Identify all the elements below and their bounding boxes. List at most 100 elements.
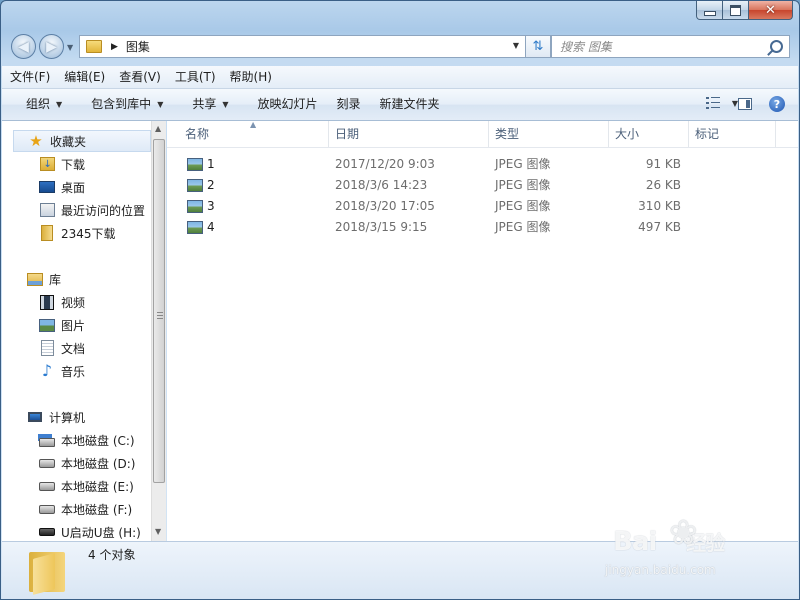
change-view-button[interactable]: ▼: [705, 97, 738, 109]
address-row: ◀ ▶ ▼ ▶ 图集 ▼ ⇅ 搜索 图集: [10, 33, 790, 61]
menu-tools[interactable]: 工具(T): [167, 66, 222, 88]
window-controls: ✕: [696, 1, 793, 20]
nav-item-documents[interactable]: 文档: [39, 337, 85, 359]
column-header-name[interactable]: 名称: [179, 121, 329, 147]
file-row[interactable]: 3 2018/3/20 17:05 JPEG 图像 310 KB: [167, 196, 798, 217]
nav-favorites-label: 收藏夹: [50, 134, 87, 149]
maximize-icon: [730, 4, 741, 16]
minimize-button[interactable]: [696, 1, 723, 20]
refresh-button[interactable]: ⇅: [526, 35, 551, 58]
nav-item-drive-e[interactable]: 本地磁盘 (E:): [39, 475, 134, 497]
nav-item-drive-d-label: 本地磁盘 (D:): [61, 456, 136, 471]
file-size: 26 KB: [645, 178, 681, 192]
folder-icon: [29, 548, 65, 595]
new-folder-button[interactable]: 新建文件夹: [372, 89, 451, 120]
scroll-up-icon[interactable]: ▲: [155, 124, 161, 133]
scrollbar-thumb[interactable]: [153, 139, 165, 483]
nav-computer[interactable]: 计算机: [27, 406, 85, 428]
address-history-dropdown-icon[interactable]: ▼: [513, 41, 519, 50]
menu-help[interactable]: 帮助(H): [222, 66, 278, 88]
share-button[interactable]: 共享 ▼: [174, 89, 239, 120]
include-in-library-button[interactable]: 包含到库中 ▼: [73, 89, 174, 120]
details-view-icon: [705, 97, 720, 109]
scrollbar-grip-icon: [157, 312, 163, 319]
menu-view[interactable]: 查看(V): [111, 66, 167, 88]
item-count: 4 个对象: [88, 548, 136, 562]
close-icon: ✕: [765, 2, 776, 18]
recent-pages-dropdown[interactable]: ▼: [67, 43, 73, 52]
file-type: JPEG 图像: [495, 220, 551, 234]
paw-logo-icon: ❀: [669, 513, 698, 553]
file-size: 310 KB: [638, 199, 681, 213]
search-icon[interactable]: [770, 40, 783, 53]
menu-file[interactable]: 文件(F): [2, 66, 56, 88]
watermark: Bai 经验 ❀ jingyan.baidu.com: [605, 513, 753, 583]
file-date: 2018/3/15 9:15: [335, 220, 428, 234]
nav-favorites[interactable]: ★ 收藏夹: [13, 130, 151, 152]
column-header-type[interactable]: 类型: [489, 121, 609, 147]
drive-icon: [39, 479, 55, 493]
music-icon: ♪: [41, 361, 53, 380]
maximize-button[interactable]: [723, 1, 749, 20]
search-input[interactable]: 搜索 图集: [551, 35, 790, 58]
nav-item-drive-f-label: 本地磁盘 (F:): [61, 502, 133, 517]
column-header-size[interactable]: 大小: [609, 121, 689, 147]
nav-item-usb-h[interactable]: U启动U盘 (H:): [39, 521, 141, 543]
nav-item-pictures-label: 图片: [61, 318, 86, 333]
nav-item-drive-d[interactable]: 本地磁盘 (D:): [39, 452, 135, 474]
breadcrumb-chevron-icon[interactable]: ▶: [111, 42, 118, 52]
star-icon: ★: [29, 132, 43, 150]
explorer-window: ✕ ◀ ▶ ▼ ▶ 图集 ▼ ⇅ 搜索 图集 文件(F) 编辑(E) 查看(V)…: [0, 0, 800, 600]
column-header-tags[interactable]: 标记: [689, 121, 776, 147]
nav-item-desktop[interactable]: 桌面: [39, 176, 85, 198]
folder-icon: [39, 225, 55, 241]
nav-item-drive-c[interactable]: 本地磁盘 (C:): [39, 429, 135, 451]
preview-pane-icon[interactable]: [738, 98, 752, 110]
burn-button[interactable]: 刻录: [329, 89, 372, 120]
chevron-down-icon: ▼: [157, 100, 164, 109]
breadcrumb-current[interactable]: 图集: [126, 38, 150, 55]
forward-arrow-icon: ▶: [46, 38, 57, 55]
navigation-scrollbar[interactable]: ▲ ▼: [151, 121, 166, 541]
column-header-date[interactable]: 日期: [329, 121, 489, 147]
forward-button[interactable]: ▶: [39, 34, 64, 59]
nav-item-2345-downloads-label: 2345下载: [61, 226, 116, 241]
back-button[interactable]: ◀: [11, 34, 36, 59]
nav-computer-label: 计算机: [49, 410, 86, 425]
address-bar[interactable]: ▶ 图集 ▼: [79, 35, 526, 58]
nav-item-music[interactable]: ♪ 音乐: [39, 360, 85, 382]
recent-places-icon: [39, 203, 55, 217]
slideshow-button[interactable]: 放映幻灯片: [240, 89, 329, 120]
file-date: 2018/3/6 14:23: [335, 178, 428, 192]
refresh-icon: ⇅: [532, 39, 544, 54]
file-row[interactable]: 1 2017/12/20 9:03 JPEG 图像 91 KB: [167, 154, 798, 175]
desktop-icon: [39, 180, 55, 194]
file-type: JPEG 图像: [495, 178, 551, 192]
nav-item-recent-places[interactable]: 最近访问的位置: [39, 199, 145, 221]
document-icon: [39, 340, 55, 356]
file-name: 3: [207, 199, 215, 213]
navigation-pane: ★ 收藏夹 ↓ 下载 桌面 最近访问的位置 2345下载 库 视频 图片 文档 …: [2, 121, 151, 541]
nav-item-downloads[interactable]: ↓ 下载: [39, 153, 85, 175]
nav-item-drive-f[interactable]: 本地磁盘 (F:): [39, 498, 132, 520]
nav-item-pictures[interactable]: 图片: [39, 314, 85, 336]
downloads-icon: ↓: [39, 157, 55, 171]
organize-button[interactable]: 组织 ▼: [2, 89, 73, 120]
picture-icon: [39, 318, 55, 332]
file-name: 4: [207, 220, 215, 234]
help-icon[interactable]: ?: [769, 96, 785, 112]
nav-libraries[interactable]: 库: [27, 268, 61, 290]
file-row[interactable]: 2 2018/3/6 14:23 JPEG 图像 26 KB: [167, 175, 798, 196]
close-button[interactable]: ✕: [749, 1, 793, 20]
jpeg-image-icon: [187, 179, 203, 192]
video-icon: [39, 294, 55, 310]
jpeg-image-icon: [187, 158, 203, 171]
file-row[interactable]: 4 2018/3/15 9:15 JPEG 图像 497 KB: [167, 217, 798, 238]
nav-item-2345-downloads[interactable]: 2345下载: [39, 222, 116, 244]
folder-icon: [86, 40, 102, 53]
scroll-down-icon[interactable]: ▼: [155, 527, 161, 536]
menu-edit[interactable]: 编辑(E): [56, 66, 111, 88]
column-headers: ▲ 名称 日期 类型 大小 标记: [167, 120, 798, 148]
nav-item-videos[interactable]: 视频: [39, 291, 85, 313]
include-in-library-label: 包含到库中: [91, 97, 152, 111]
